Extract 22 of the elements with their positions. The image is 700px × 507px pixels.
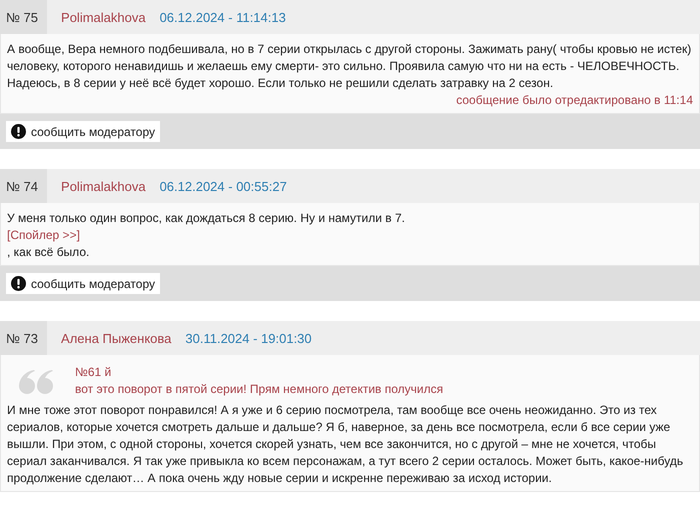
comment-date: 30.11.2024 - 19:01:30 xyxy=(185,330,312,346)
comment-author[interactable]: Polimalakhova xyxy=(61,178,146,194)
comment-number: № 73 xyxy=(0,321,48,355)
comment-text: У меня только один вопрос, как дождаться 8 серию. Ну и намутили в 7. xyxy=(7,210,406,227)
comment-date: 06.12.2024 - 00:55:27 xyxy=(160,178,287,194)
exclamation-icon xyxy=(11,276,26,291)
comment-text: А вообще, Вера немного подбешивала, но в 7 серии открылась с другой стороны. Зажимать рану( чтобы кровью не истек) человеку, которого ненавидишь и желаешь ему смерти- это сильно. Проявила самую что ни на есть - ЧЕЛОВЕЧНОСТЬ. Надеюсь, в 8 серии у неё всё будет хорошо. Если только не решили сделать затравку на 2 сезон. xyxy=(7,41,692,92)
comment-author[interactable]: Алена Пыженкова xyxy=(61,330,172,346)
edited-note: сообщение было отредактировано в 11:14 xyxy=(456,92,693,109)
comment-date: 06.12.2024 - 11:14:13 xyxy=(160,10,286,24)
comment-author[interactable]: Polimalakhova xyxy=(61,10,146,24)
spoiler-link[interactable]: [Спойлер >>] xyxy=(7,227,80,244)
quote-reference[interactable]: №61 й xyxy=(75,364,444,381)
comment-text: И мне тоже этот поворот понравился! А я уже и 6 серию посмотрела, там вообще все очень неожиданно. Это из тех сериалов, которые хочется смотреть дальше и дальше? Я б, наверное, за день все посмотрела, если б все серии уже вышли. При этом, с одной стороны, хочется скорей узнать, чем все закончится, но с другой – мне не хочется, чтобы сериал заканчивался. Я так уже привыкла ко всем персонажам, а тут всего 2 серии осталось. Может быть, какое-нибудь продолжение сделают… А пока очень жду новые серии и искренне переживаю за исход истории. xyxy=(7,402,684,487)
comment-number: № 75 xyxy=(0,0,48,34)
comment-text: , как всё было. xyxy=(7,244,90,261)
comment-number: № 74 xyxy=(0,169,48,203)
exclamation-icon xyxy=(11,124,26,139)
report-button[interactable]: сообщить модератору xyxy=(6,273,160,294)
quote-icon xyxy=(19,370,53,396)
report-button[interactable]: сообщить модератору xyxy=(6,121,160,142)
quote-text: вот это поворот в пятой серии! Прям немного детектив получился xyxy=(75,381,444,398)
